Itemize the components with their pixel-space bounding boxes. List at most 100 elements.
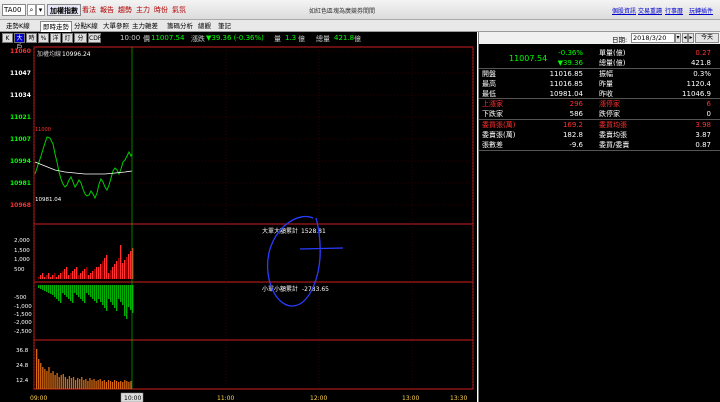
- quote-row-3-cell-2: 昨量: [599, 80, 613, 88]
- big-order-bar: [38, 277, 40, 279]
- chart-mode-button-6[interactable]: 分例: [74, 33, 87, 51]
- big-order-bar: [60, 273, 62, 279]
- price-tick-label: 11021: [10, 114, 31, 121]
- quote-row-8-cell-2: 委賣均張: [599, 131, 627, 139]
- search-button[interactable]: ⌕: [27, 4, 36, 16]
- small-order-bar: [128, 285, 130, 307]
- flow-tick-down-label: -2,000: [14, 320, 32, 326]
- tab-2[interactable]: 分點K線: [72, 21, 100, 32]
- big-order-bar: [120, 245, 122, 279]
- top-link-1[interactable]: 交易重讀: [638, 6, 662, 15]
- menu-item-0[interactable]: 加權指數: [47, 4, 81, 16]
- volume-bar: [103, 380, 105, 389]
- top-link-2[interactable]: 行事曆: [665, 6, 683, 15]
- top-link-3[interactable]: 玩轉插件: [689, 6, 713, 15]
- small-order-bar: [50, 285, 52, 294]
- volume-bar: [120, 381, 122, 389]
- volume-bar: [50, 373, 52, 389]
- next-date-button[interactable]: ▸: [688, 33, 694, 43]
- big-order-bar: [116, 261, 118, 279]
- small-order-bar: [90, 285, 92, 297]
- menu-item-3[interactable]: 趨勢: [118, 4, 132, 16]
- quote-row-3-cell-0: 最高: [482, 80, 496, 88]
- tab-0[interactable]: 走勢K線: [4, 21, 32, 32]
- small-order-bar: [92, 285, 94, 299]
- small-order-bar: [46, 285, 48, 292]
- menu-item-2[interactable]: 報告: [100, 4, 114, 16]
- tab-4[interactable]: 主力雜差: [130, 21, 160, 32]
- small-order-label: 小單小額累計: [262, 285, 298, 293]
- low-price-label: 10981.04: [35, 197, 62, 203]
- quote-row-8-cell-0: 委賣張(萬): [482, 131, 516, 139]
- volume-bar: [93, 379, 95, 389]
- price-tick-label: 11007: [10, 136, 31, 143]
- chart-mode-button-3[interactable]: %: [38, 33, 49, 43]
- top-link-0[interactable]: 個股資訊: [612, 6, 636, 15]
- flow-tick-up-label: 1,500: [14, 248, 30, 254]
- big-order-bar: [70, 273, 72, 279]
- big-order-bar: [112, 267, 114, 279]
- quote-row-8-cell-1: 182.8: [562, 131, 583, 139]
- total-volume-value: 421.8: [334, 34, 355, 42]
- big-order-bar: [106, 255, 108, 279]
- today-button[interactable]: 今天: [695, 33, 719, 43]
- volume-bar: [52, 371, 54, 389]
- menu-item-5[interactable]: 時份: [154, 4, 168, 16]
- small-order-bar: [104, 285, 106, 308]
- quote-row-7-cell-2: 委買均張: [599, 121, 627, 129]
- price-tick-label: 10994: [10, 158, 31, 165]
- chart-mode-button-4[interactable]: 洋: [50, 33, 61, 43]
- small-order-bar: [76, 285, 78, 295]
- stock-code-input[interactable]: TA00: [2, 4, 26, 16]
- tab-7[interactable]: 筆記: [216, 21, 233, 32]
- volume-bar: [64, 377, 66, 389]
- date-input[interactable]: 2018/3/20: [631, 33, 675, 43]
- chart-mode-button-2[interactable]: 時: [26, 33, 37, 43]
- time-tick-label: 13:30: [450, 395, 467, 402]
- date-dropdown-icon[interactable]: ▾: [675, 33, 681, 43]
- small-order-bar: [58, 285, 60, 301]
- volume-bar: [97, 380, 99, 389]
- big-order-bar: [78, 275, 80, 279]
- chart-mode-button-0[interactable]: K線: [2, 33, 13, 51]
- small-order-bar: [44, 285, 46, 291]
- flow-tick-up-label: 2,000: [14, 238, 30, 244]
- menu-item-6[interactable]: 氣氛: [172, 4, 186, 16]
- tab-6[interactable]: 總觀: [196, 21, 213, 32]
- tab-3[interactable]: 大單參照: [101, 21, 131, 32]
- big-order-bar: [74, 269, 76, 279]
- chart-mode-button-7[interactable]: CDP: [88, 33, 101, 43]
- page-title: 如紅色區塊為廣競券間間: [309, 8, 376, 15]
- small-order-bar: [114, 285, 116, 308]
- price-tick-label: 10981: [10, 180, 31, 187]
- tab-5[interactable]: 籌碼分析: [165, 21, 195, 32]
- big-order-bar: [128, 254, 130, 279]
- menu-item-1[interactable]: 看法: [82, 4, 96, 16]
- small-order-bar: [88, 285, 90, 295]
- volume-bar: [87, 381, 89, 389]
- tab-1[interactable]: 即時走勢: [40, 21, 72, 32]
- volume-bar: [115, 381, 118, 389]
- quote-row-7-cell-1: 169.2: [562, 121, 583, 129]
- chart-title-value: 10996.24: [62, 51, 91, 58]
- small-order-bar: [82, 285, 84, 301]
- price-tick-label: 11047: [10, 70, 31, 77]
- volume-bar: [130, 381, 132, 389]
- dropdown-button[interactable]: ▾: [36, 4, 45, 16]
- chart-mode-button-5[interactable]: 灯: [62, 33, 73, 43]
- volume-bar: [95, 381, 97, 389]
- big-order-bar: [54, 273, 56, 279]
- volume-bar: [118, 382, 120, 389]
- menu-item-4[interactable]: 主力: [136, 4, 150, 16]
- quote-row-2-cell-1: 11016.85: [549, 70, 583, 78]
- chart-mode-button-1[interactable]: 大戶: [14, 33, 25, 51]
- volume-label: 量: [274, 35, 281, 43]
- volume-bar: [107, 380, 110, 389]
- intraday-chart[interactable]: 11060 11047 11034 11021 11007 10994 10981 10968…: [0, 44, 477, 402]
- big-order-bar: [122, 263, 124, 279]
- big-order-bar: [62, 271, 64, 279]
- volume-bar: [38, 359, 40, 389]
- big-order-bar: [86, 267, 88, 279]
- quote-separator-1: [479, 98, 720, 99]
- volume-bar: [54, 375, 56, 389]
